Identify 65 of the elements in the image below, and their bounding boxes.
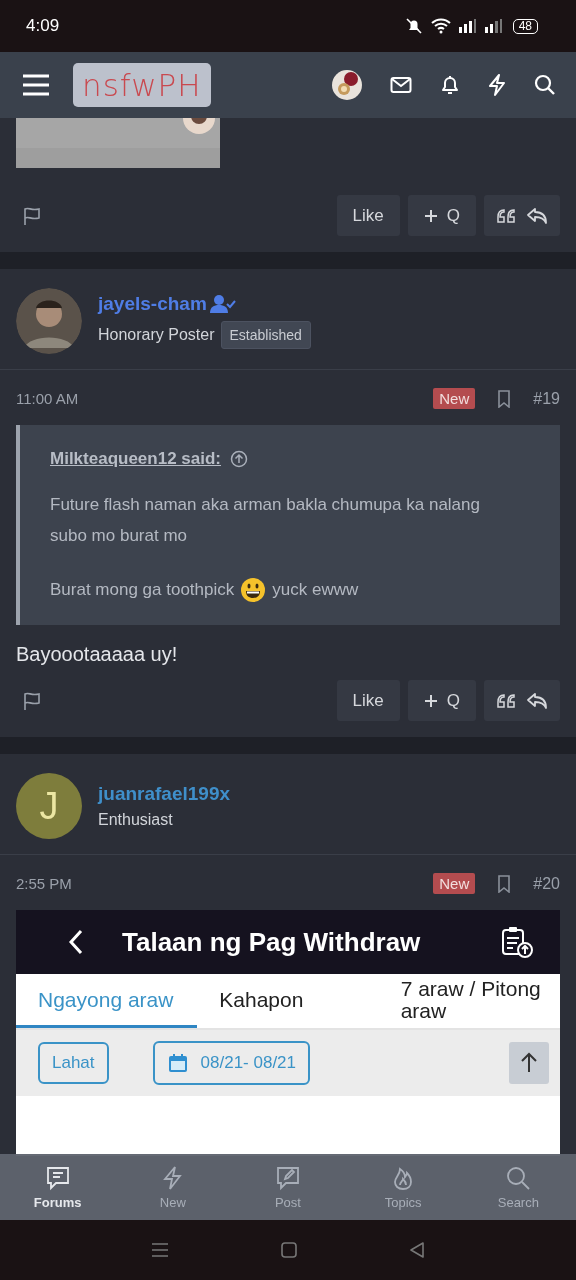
search-icon[interactable] <box>534 74 556 96</box>
multi-quote-button[interactable]: Q <box>407 680 476 721</box>
home-icon[interactable] <box>281 1242 297 1258</box>
flag-icon[interactable] <box>22 205 42 226</box>
new-label: New <box>433 388 476 409</box>
quote-icon[interactable] <box>496 692 516 709</box>
reply-icon[interactable] <box>526 206 548 225</box>
wifi-icon <box>430 18 451 34</box>
nav-tab[interactable]: New <box>132 1164 213 1210</box>
chat-icon <box>44 1164 71 1191</box>
post-number[interactable]: #19 <box>533 389 560 408</box>
menu-icon[interactable] <box>22 74 50 96</box>
multi-quote-button[interactable]: Q <box>407 195 476 236</box>
recents-icon[interactable] <box>151 1242 169 1258</box>
date-range-chip: 08/21- 08/21 <box>152 1041 310 1085</box>
scroll-up-icon <box>509 1042 549 1084</box>
grinning-emoji-icon <box>240 577 267 603</box>
quote-text: yuck ewww <box>272 580 359 600</box>
post-time[interactable]: 11:00 AM <box>16 390 79 407</box>
battery-level: 48 <box>512 18 538 34</box>
nav-tab[interactable]: Forums <box>17 1164 98 1210</box>
back-icon[interactable] <box>409 1241 425 1259</box>
mail-icon[interactable] <box>390 76 412 94</box>
avatar[interactable] <box>16 288 82 354</box>
plus-icon <box>423 693 438 708</box>
clipboard-upload-icon <box>500 925 534 959</box>
post-number[interactable]: #20 <box>533 874 560 893</box>
quote-text: Future flash naman aka arman bakla chumupa ka nalang subo mo burat mo <box>50 494 481 547</box>
user-badge: Established <box>220 321 311 349</box>
screenshot-card[interactable]: Talaan ng Pag Withdraw Ngayong araw Kahapon 7 araw / Pitong araw Lahat 08/21- 08/21 <box>16 910 560 1156</box>
nav-tab[interactable]: Post <box>247 1164 328 1210</box>
like-button[interactable]: Like <box>336 680 400 721</box>
plus-icon <box>423 208 438 223</box>
flag-icon[interactable] <box>22 690 42 711</box>
new-label: New <box>433 873 476 894</box>
post-text: Bayoootaaaaa uy! <box>16 643 179 666</box>
lightning-icon[interactable] <box>488 74 506 96</box>
calendar-icon <box>166 1052 189 1074</box>
reply-icon[interactable] <box>526 691 548 710</box>
bell-muted-icon <box>404 17 423 35</box>
nav-tab[interactable]: Topics <box>363 1164 444 1210</box>
bookmark-icon[interactable] <box>497 389 512 408</box>
quote-icon[interactable] <box>496 207 516 224</box>
edit-icon <box>274 1164 301 1191</box>
filter-chip: Lahat <box>38 1042 109 1084</box>
post-time[interactable]: 2:55 PM <box>16 875 72 892</box>
tab-label: Kahapon <box>218 986 305 1013</box>
bell-icon[interactable] <box>440 74 460 96</box>
back-icon <box>68 929 84 955</box>
username[interactable]: jayels-cham <box>98 293 207 315</box>
search-icon <box>505 1164 532 1191</box>
clock: 4:09 <box>26 16 60 36</box>
avatar[interactable]: J <box>16 773 82 839</box>
user-title: Honorary Poster <box>98 326 215 344</box>
bookmark-icon[interactable] <box>497 874 512 893</box>
signal-icon <box>458 19 505 33</box>
nav-tab[interactable]: Search <box>478 1164 559 1210</box>
quote-text: Burat mong ga toothpick <box>50 580 235 600</box>
screen-title: Talaan ng Pag Withdraw <box>122 926 421 958</box>
quote-author-link[interactable]: Milkteaqueen12 said: <box>50 449 221 469</box>
tab-label: 7 araw / Pitong araw <box>399 975 542 1024</box>
user-title: Enthusiast <box>98 811 173 829</box>
username[interactable]: juanrafael199x <box>98 783 231 805</box>
like-button[interactable]: Like <box>336 195 400 236</box>
arrow-up-icon[interactable] <box>230 450 248 468</box>
